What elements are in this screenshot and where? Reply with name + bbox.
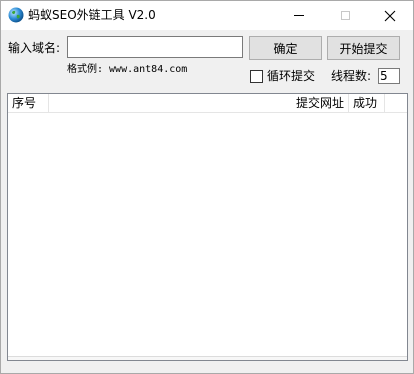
title-bar[interactable]: 蚂蚁SEO外链工具 V2.0 xyxy=(1,1,413,30)
minimize-icon xyxy=(294,15,304,16)
domain-label: 输入域名: xyxy=(8,41,61,55)
close-icon xyxy=(384,10,396,21)
minimize-button[interactable] xyxy=(276,1,322,30)
app-window: 蚂蚁SEO外链工具 V2.0 输入域名: 确定 开始提交 格式例: www.an… xyxy=(0,0,414,374)
confirm-button[interactable]: 确定 xyxy=(249,36,322,60)
column-header-url[interactable]: 提交网址 xyxy=(49,94,349,112)
globe-icon xyxy=(8,7,24,23)
maximize-button xyxy=(322,1,368,30)
close-button[interactable] xyxy=(367,1,413,30)
loop-submit-checkbox[interactable] xyxy=(250,70,263,83)
format-hint: 格式例: www.ant84.com xyxy=(67,64,188,75)
column-header-success[interactable]: 成功 xyxy=(349,94,385,112)
list-scroll-edge xyxy=(8,356,407,360)
threads-input[interactable]: 5 xyxy=(378,68,400,84)
column-header-index[interactable]: 序号 xyxy=(8,94,49,112)
domain-input[interactable] xyxy=(67,36,243,58)
loop-submit-label: 循环提交 xyxy=(267,69,316,83)
maximize-icon xyxy=(340,11,350,20)
list-header: 序号 提交网址 成功 xyxy=(8,94,407,113)
start-submit-button[interactable]: 开始提交 xyxy=(327,36,400,60)
threads-label: 线程数: xyxy=(331,69,372,83)
submission-list[interactable]: 序号 提交网址 成功 xyxy=(7,93,408,361)
window-title: 蚂蚁SEO外链工具 V2.0 xyxy=(28,8,156,22)
